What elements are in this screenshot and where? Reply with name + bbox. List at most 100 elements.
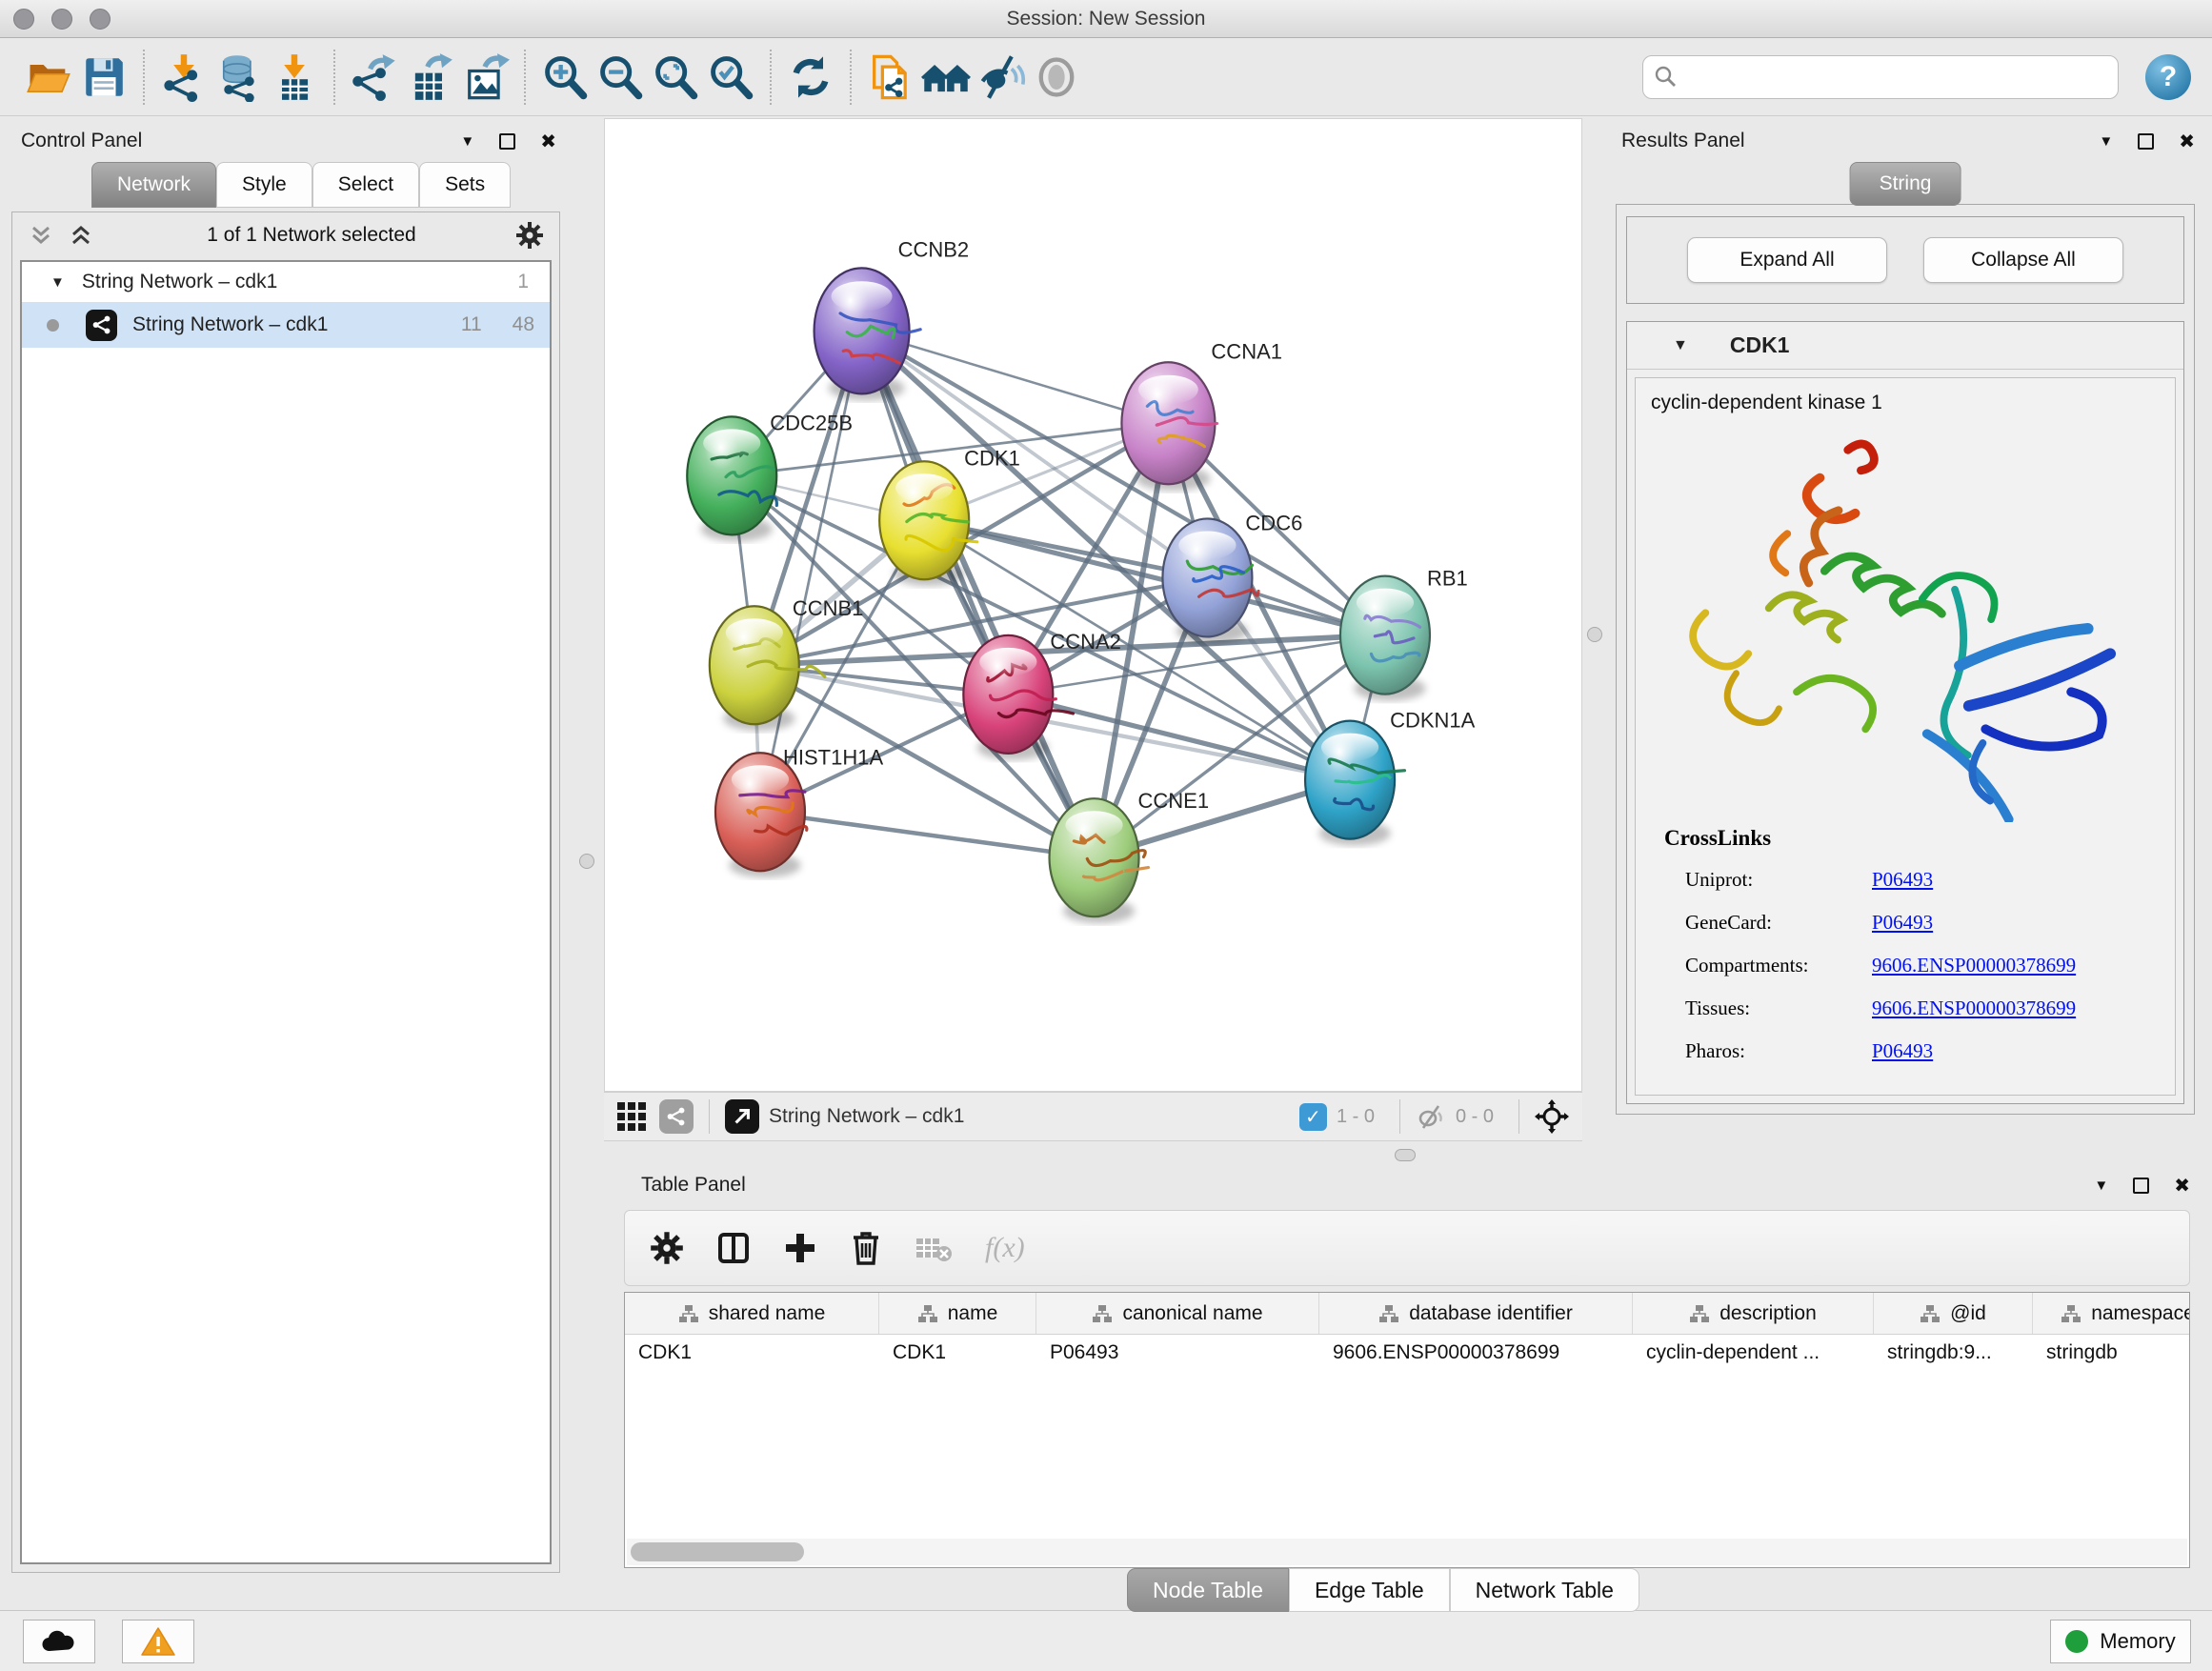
right-splitter-handle[interactable] <box>1587 627 1602 642</box>
column-header-namespace[interactable]: namespace <box>2033 1293 2190 1334</box>
tab-node-table[interactable]: Node Table <box>1127 1568 1289 1612</box>
table-cell[interactable]: 9606.ENSP00000378699 <box>1319 1335 1633 1375</box>
table-horizontal-scrollbar[interactable] <box>627 1539 2187 1565</box>
panel-close-icon[interactable]: ✖ <box>540 130 556 153</box>
import-network-from-database-button[interactable] <box>211 50 267 105</box>
node-CDKN1A[interactable]: CDKN1A <box>1305 709 1476 846</box>
import-network-from-file-button[interactable] <box>156 50 211 105</box>
panel-menu-icon[interactable]: ▼ <box>2099 133 2113 150</box>
table-cell[interactable]: cyclin-dependent ... <box>1633 1335 1874 1375</box>
table-cell[interactable]: CDK1 <box>879 1335 1036 1375</box>
column-header-name[interactable]: name <box>879 1293 1036 1334</box>
node-HIST1H1A[interactable]: HIST1H1A <box>715 745 883 877</box>
tab-network-table[interactable]: Network Table <box>1450 1568 1639 1612</box>
edge-CCNB2-CCNE1[interactable] <box>862 331 1095 857</box>
panel-close-icon[interactable]: ✖ <box>2174 1174 2190 1198</box>
node-CCNA1[interactable]: CCNA1 <box>1121 339 1282 491</box>
column-label: name <box>948 1302 998 1325</box>
section-expand-icon[interactable]: ▼ <box>1673 337 1688 354</box>
birds-eye-view-icon[interactable] <box>617 1102 646 1131</box>
column-header-sharedname[interactable]: shared name <box>625 1293 879 1334</box>
application-window: Session: New Session <box>0 0 2212 1671</box>
network-row-selected[interactable]: String Network – cdk1 11 48 <box>22 302 550 348</box>
table-cell[interactable]: P06493 <box>1036 1335 1319 1375</box>
node-CCNE1[interactable]: CCNE1 <box>1050 789 1210 923</box>
apply-layout-button[interactable] <box>783 50 838 105</box>
clone-network-button[interactable] <box>863 50 918 105</box>
collapse-all-button[interactable]: Collapse All <box>1923 237 2123 283</box>
left-splitter-handle[interactable] <box>579 854 594 869</box>
zoom-out-button[interactable] <box>593 50 648 105</box>
edge-HIST1H1A-CCNB2[interactable] <box>760 331 862 812</box>
column-header-description[interactable]: description <box>1633 1293 1874 1334</box>
crosslink-link[interactable]: P06493 <box>1872 1039 1933 1063</box>
table-cell[interactable]: CDK1 <box>625 1335 879 1375</box>
tab-edge-table[interactable]: Edge Table <box>1289 1568 1450 1612</box>
selected-count-checkbox[interactable]: ✓ <box>1299 1103 1327 1131</box>
panel-close-icon[interactable]: ✖ <box>2179 130 2195 153</box>
crosslink-link[interactable]: P06493 <box>1872 868 1933 892</box>
tab-style[interactable]: Style <box>216 162 312 208</box>
export-network-button[interactable] <box>347 50 402 105</box>
scrollbar-thumb[interactable] <box>631 1542 804 1561</box>
tab-select[interactable]: Select <box>312 162 419 208</box>
center-view-crosshair-icon[interactable] <box>1535 1099 1569 1134</box>
zoom-selected-button[interactable] <box>703 50 758 105</box>
bottom-splitter-handle[interactable] <box>1395 1149 1416 1161</box>
panel-menu-icon[interactable]: ▼ <box>2094 1178 2108 1194</box>
tab-network[interactable]: Network <box>91 162 216 208</box>
delete-column-trash-icon[interactable] <box>850 1230 882 1266</box>
tab-sets[interactable]: Sets <box>419 162 511 208</box>
zoom-fit-button[interactable] <box>648 50 703 105</box>
zoom-in-button[interactable] <box>537 50 593 105</box>
table-settings-gear-icon[interactable] <box>650 1231 684 1265</box>
hide-graphics-details-button[interactable] <box>974 50 1029 105</box>
collapse-all-networks-icon[interactable] <box>28 224 54 247</box>
warnings-button[interactable] <box>122 1620 194 1663</box>
network-canvas[interactable]: CCNB2CCNA1CDC25BCDK1CDC6RB1CCNB1CCNA2CDK… <box>604 118 1582 1092</box>
column-header-canonicalname[interactable]: canonical name <box>1036 1293 1319 1334</box>
panel-float-icon[interactable] <box>2138 133 2154 150</box>
node-RB1[interactable]: RB1 <box>1340 567 1468 701</box>
column-header-id[interactable]: @id <box>1874 1293 2033 1334</box>
zoom-in-icon <box>540 52 590 102</box>
gene-section-header[interactable]: ▼ CDK1 <box>1627 322 2183 370</box>
table-toolbar: f(x) <box>624 1210 2190 1286</box>
save-session-button[interactable] <box>76 50 131 105</box>
crosslink-link[interactable]: 9606.ENSP00000378699 <box>1872 997 2076 1020</box>
string-network-graph[interactable]: CCNB2CCNA1CDC25BCDK1CDC6RB1CCNB1CCNA2CDK… <box>605 119 1581 1091</box>
show-columns-icon[interactable] <box>716 1231 751 1265</box>
export-image-button[interactable] <box>457 50 513 105</box>
memory-button[interactable]: Memory <box>2050 1620 2191 1663</box>
cloud-status-button[interactable] <box>23 1620 95 1663</box>
node-gloss <box>895 473 953 502</box>
open-external-icon[interactable] <box>725 1099 759 1134</box>
export-table-button[interactable] <box>402 50 457 105</box>
table-row[interactable]: CDK1CDK1P064939606.ENSP00000378699cyclin… <box>625 1335 2189 1375</box>
crosslink-link[interactable]: 9606.ENSP00000378699 <box>1872 954 2076 977</box>
help-button[interactable]: ? <box>2145 54 2191 100</box>
show-graphics-details-button[interactable] <box>1029 50 1084 105</box>
import-table-from-file-button[interactable] <box>267 50 322 105</box>
edge-HIST1H1A-CCNE1[interactable] <box>760 812 1095 857</box>
panel-menu-icon[interactable]: ▼ <box>460 133 474 150</box>
open-session-button[interactable] <box>21 50 76 105</box>
string-home-button[interactable] <box>918 50 974 105</box>
add-column-icon[interactable] <box>783 1231 817 1265</box>
expand-all-button[interactable]: Expand All <box>1687 237 1887 283</box>
crosslink-link[interactable]: P06493 <box>1872 911 1933 935</box>
network-collection-row[interactable]: ▼ String Network – cdk1 1 <box>22 262 550 302</box>
search-input[interactable] <box>1642 55 2119 99</box>
network-options-gear-icon[interactable] <box>515 221 544 250</box>
node-CCNB2[interactable]: CCNB2 <box>814 237 970 400</box>
column-header-databaseidentifier[interactable]: database identifier <box>1319 1293 1633 1334</box>
table-cell[interactable]: stringdb:9... <box>1874 1335 2033 1375</box>
tab-string[interactable]: String <box>1850 162 1961 206</box>
node-CDC6[interactable]: CDC6 <box>1162 511 1302 643</box>
table-cell[interactable]: stringdb <box>2033 1335 2190 1375</box>
network-share-toggle-icon[interactable] <box>659 1099 694 1134</box>
expand-all-networks-icon[interactable] <box>68 224 94 247</box>
panel-float-icon[interactable] <box>499 133 515 150</box>
tree-expand-icon[interactable]: ▼ <box>50 274 65 291</box>
panel-float-icon[interactable] <box>2133 1178 2149 1194</box>
